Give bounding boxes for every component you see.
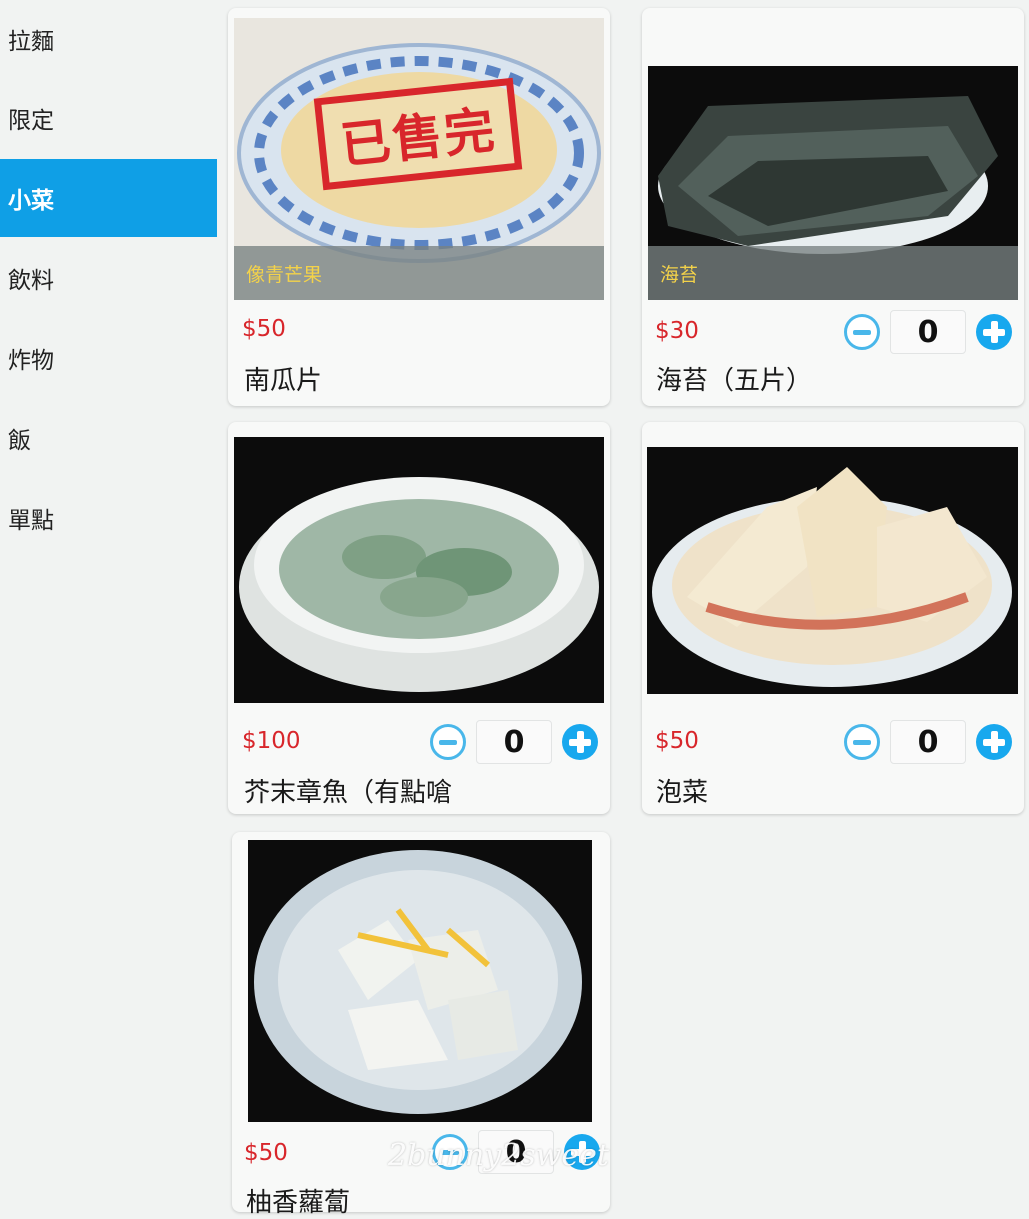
menu-item-card[interactable]: $50 0 泡菜 (642, 422, 1024, 814)
category-a-la-carte[interactable]: 單點 (0, 479, 217, 557)
item-name: 南瓜片 (244, 366, 323, 396)
decrease-quantity-button[interactable] (430, 724, 466, 760)
item-price: $30 (655, 318, 699, 344)
menu-item-card[interactable]: 已售完 像青芒果 $50 南瓜片 (228, 8, 610, 406)
item-price: $100 (242, 728, 301, 754)
increase-quantity-button[interactable] (976, 724, 1012, 760)
item-name: 泡菜 (656, 778, 709, 808)
minus-icon (853, 329, 871, 335)
category-limited[interactable]: 限定 (0, 79, 217, 157)
item-photo (234, 437, 604, 703)
category-fried[interactable]: 炸物 (0, 319, 217, 397)
decrease-quantity-button[interactable] (844, 314, 880, 350)
item-photo (647, 447, 1018, 694)
minus-icon (439, 739, 457, 745)
category-side-dishes[interactable]: 小菜 (0, 159, 217, 237)
item-name: 海苔（五片） (656, 366, 813, 396)
item-name: 柚香蘿蔔 (246, 1188, 351, 1218)
item-price: $50 (655, 728, 699, 754)
increase-quantity-button[interactable] (976, 314, 1012, 350)
item-photo: 已售完 像青芒果 (234, 18, 604, 300)
decrease-quantity-button[interactable] (844, 724, 880, 760)
item-price: $50 (244, 1140, 288, 1166)
item-name: 芥末章魚（有點嗆 (244, 778, 453, 808)
item-photo (248, 840, 592, 1122)
quantity-field[interactable]: 0 (890, 720, 966, 764)
category-rice[interactable]: 飯 (0, 399, 217, 477)
menu-item-card[interactable]: $100 0 芥末章魚（有點嗆 (228, 422, 610, 814)
item-photo: 海苔 (648, 66, 1018, 300)
item-photo-caption: 像青芒果 (234, 246, 604, 300)
menu-item-card[interactable]: 海苔 $30 0 海苔（五片） (642, 8, 1024, 406)
watermark: 2bunny2sweet (388, 1138, 609, 1173)
item-photo-caption: 海苔 (648, 246, 1018, 300)
quantity-field[interactable]: 0 (890, 310, 966, 354)
quantity-field[interactable]: 0 (476, 720, 552, 764)
category-drinks[interactable]: 飲料 (0, 239, 217, 317)
minus-icon (853, 739, 871, 745)
category-sidebar: 拉麵 限定 小菜 飲料 炸物 飯 單點 (0, 0, 220, 1200)
increase-quantity-button[interactable] (562, 724, 598, 760)
item-price: $50 (242, 316, 286, 342)
category-ramen[interactable]: 拉麵 (0, 0, 217, 78)
